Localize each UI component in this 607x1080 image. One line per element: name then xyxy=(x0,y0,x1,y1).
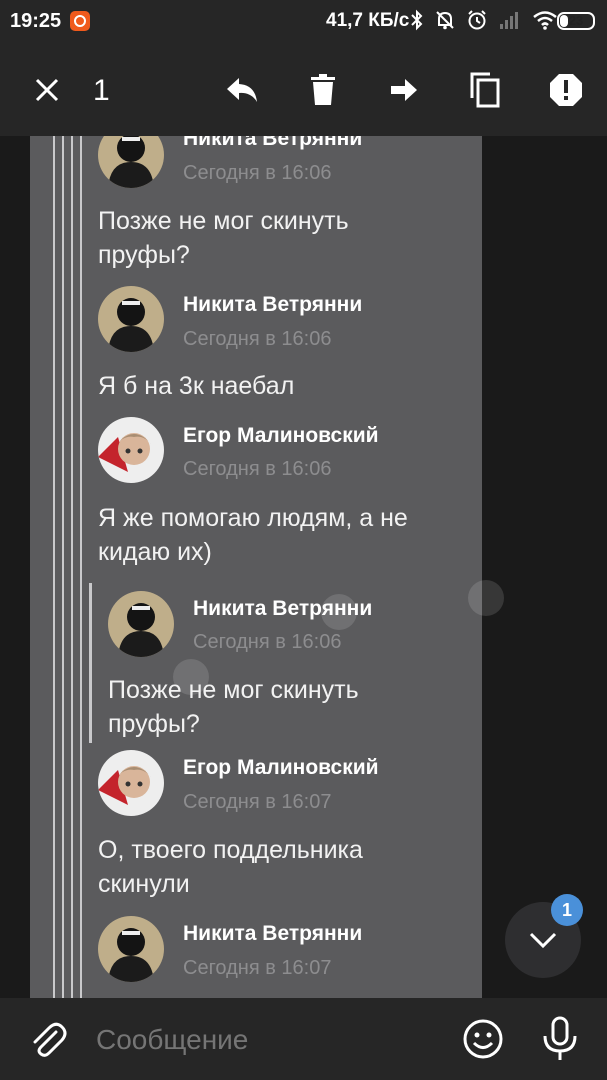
attach-button[interactable] xyxy=(28,1020,68,1060)
quoted-message-time: Сегодня в 16:06 xyxy=(193,631,342,653)
reply-button[interactable] xyxy=(224,72,260,108)
alarm-icon xyxy=(468,10,486,30)
reply-icon xyxy=(227,78,257,102)
close-icon xyxy=(35,78,59,102)
message-line: скинули xyxy=(98,870,190,898)
sender-name[interactable]: Никита Ветрянни xyxy=(183,136,362,151)
avatar-masked-man-icon xyxy=(98,916,164,982)
message-line: кидаю их) xyxy=(98,538,212,566)
forward-button[interactable] xyxy=(386,72,422,108)
chevron-down-icon xyxy=(529,932,557,949)
quoted-avatar[interactable] xyxy=(108,591,174,657)
forward-indent-line xyxy=(80,136,82,998)
avatar[interactable] xyxy=(98,286,164,352)
signal-icon xyxy=(500,12,518,29)
report-icon xyxy=(550,74,582,106)
app-notification-icon xyxy=(70,11,90,31)
touch-ripple xyxy=(173,659,209,695)
avatar-masked-man-icon xyxy=(108,591,174,657)
forward-indent-line xyxy=(53,136,55,998)
bluetooth-icon xyxy=(411,9,423,31)
message-text: Позже не мог скинуть пруфы? xyxy=(98,204,349,272)
sender-name[interactable]: Егор Малиновский xyxy=(183,756,379,780)
mute-bell-icon xyxy=(436,11,454,30)
battery-icon: 23 xyxy=(557,12,595,30)
chat-history[interactable]: Никита Ветрянни Сегодня в 16:06 Позже не… xyxy=(0,136,607,998)
quote-bar xyxy=(89,583,92,743)
message-text: Я б на 3к наебал xyxy=(98,369,294,403)
message-time: Сегодня в 16:06 xyxy=(183,328,332,350)
wifi-icon xyxy=(533,11,557,30)
touch-ripple xyxy=(468,580,504,616)
sender-name[interactable]: Никита Ветрянни xyxy=(183,293,362,317)
avatar[interactable] xyxy=(98,750,164,816)
message-text: Я же помогаю людям, а не кидаю их) xyxy=(98,501,408,569)
selection-toolbar: 1 xyxy=(0,44,607,136)
message-input[interactable] xyxy=(96,1022,436,1058)
trash-icon xyxy=(311,74,335,105)
close-button[interactable] xyxy=(29,72,65,108)
selected-count: 1 xyxy=(93,74,110,107)
quoted-message-text: Позже не мог скинуть пруфы? xyxy=(108,673,359,741)
copy-icon xyxy=(470,72,500,108)
message-line: О, твоего поддельника xyxy=(98,836,363,864)
status-icons xyxy=(410,9,558,31)
touch-ripple xyxy=(321,594,357,630)
message-time: Сегодня в 16:06 xyxy=(183,162,332,184)
message-line: пруфы? xyxy=(98,241,190,269)
avatar-anime-girl-icon xyxy=(98,417,164,483)
paperclip-icon xyxy=(33,1022,67,1057)
status-bar: 19:25 41,7 КБ/с 23 xyxy=(0,0,607,44)
message-composer xyxy=(0,998,607,1080)
message-text: О, твоего поддельника скинули xyxy=(98,833,363,901)
forward-indent-line xyxy=(71,136,73,998)
message-line: пруфы? xyxy=(108,710,200,738)
unread-badge: 1 xyxy=(551,894,583,926)
message-time: Сегодня в 16:07 xyxy=(183,957,332,979)
sender-name[interactable]: Егор Малиновский xyxy=(183,424,379,448)
microphone-icon xyxy=(543,1016,577,1060)
smile-icon xyxy=(463,1019,503,1059)
message-line: Позже не мог скинуть xyxy=(98,207,349,235)
message-line: Позже не мог скинуть xyxy=(108,676,359,704)
avatar-masked-man-icon xyxy=(98,286,164,352)
network-speed: 41,7 КБ/с xyxy=(326,10,410,31)
emoji-button[interactable] xyxy=(462,1018,504,1060)
copy-button[interactable] xyxy=(467,72,503,108)
forward-icon xyxy=(391,79,417,101)
sender-name[interactable]: Никита Ветрянни xyxy=(183,922,362,946)
message-time: Сегодня в 16:07 xyxy=(183,791,332,813)
avatar[interactable] xyxy=(98,916,164,982)
voice-button[interactable] xyxy=(540,1016,580,1062)
message-line: Я б на 3к наебал xyxy=(98,372,295,400)
battery-level: 23 xyxy=(568,13,584,28)
delete-button[interactable] xyxy=(305,72,341,108)
status-time: 19:25 xyxy=(10,10,62,32)
report-button[interactable] xyxy=(548,72,584,108)
message-time: Сегодня в 16:06 xyxy=(183,458,332,480)
avatar[interactable] xyxy=(98,417,164,483)
forward-indent-line xyxy=(62,136,64,998)
message-line: Я же помогаю людям, а не xyxy=(98,504,408,532)
avatar-anime-girl-icon xyxy=(98,750,164,816)
